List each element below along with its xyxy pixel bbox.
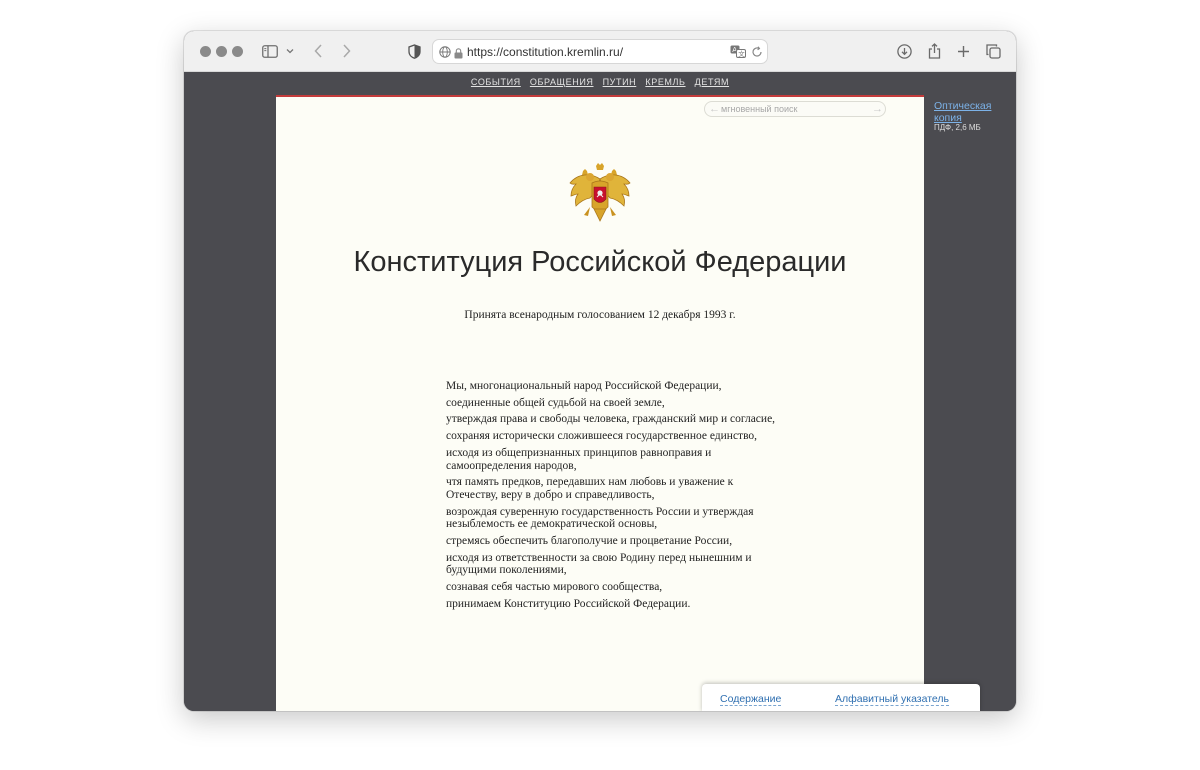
nav-link-appeals[interactable]: ОБРАЩЕНИЯ bbox=[530, 77, 594, 87]
adoption-note: Принята всенародным голосованием 12 дека… bbox=[464, 309, 736, 321]
svg-text:文: 文 bbox=[738, 49, 745, 58]
sidebar-icon[interactable] bbox=[261, 41, 279, 61]
arrow-right-icon[interactable]: → bbox=[872, 103, 883, 115]
instant-search: ← → bbox=[704, 101, 886, 117]
arrow-left-icon[interactable]: ← bbox=[709, 103, 720, 115]
browser-toolbar: https://constitution.kremlin.ru/ A文 bbox=[184, 31, 1016, 72]
preamble-line: исходя из ответственности за свою Родину… bbox=[446, 551, 752, 577]
globe-icon bbox=[439, 45, 451, 63]
zoom-window-button[interactable] bbox=[232, 46, 243, 57]
address-bar[interactable]: https://constitution.kremlin.ru/ A文 bbox=[432, 39, 768, 64]
preamble-line: чтя память предков, передавших нам любов… bbox=[446, 476, 734, 501]
preamble-line: соединенные общей судьбой на своей земле… bbox=[446, 396, 665, 409]
browser-window: https://constitution.kremlin.ru/ A文 СОБЫ… bbox=[184, 31, 1016, 711]
pdf-size-label: ПДФ, 2,6 МБ bbox=[934, 123, 981, 132]
preamble-line: стремясь обеспечить благополучие и процв… bbox=[446, 535, 733, 548]
preamble: Мы, многонациональный народ Российской Ф… bbox=[446, 380, 776, 615]
translate-icon[interactable]: A文 bbox=[730, 45, 746, 63]
tab-overview-icon[interactable] bbox=[985, 41, 1001, 61]
nav-link-events[interactable]: СОБЫТИЯ bbox=[471, 77, 521, 87]
reload-icon[interactable] bbox=[751, 45, 763, 63]
nav-link-kids[interactable]: ДЕТЯМ bbox=[695, 77, 729, 87]
new-tab-icon[interactable] bbox=[955, 41, 971, 61]
page-content: СОБЫТИЯ ОБРАЩЕНИЯ ПУТИН КРЕМЛЬ ДЕТЯМ ← → bbox=[184, 72, 1016, 711]
back-icon[interactable] bbox=[311, 41, 325, 61]
preamble-line: сохраняя исторически сложившееся государ… bbox=[446, 430, 758, 443]
preamble-line: возрождая суверенную государственность Р… bbox=[446, 505, 754, 531]
forward-icon[interactable] bbox=[339, 41, 353, 61]
nav-link-kremlin[interactable]: КРЕМЛЬ bbox=[645, 77, 685, 87]
coat-of-arms-emblem bbox=[566, 161, 634, 234]
preamble-line: сознавая себя частью мирового сообщества… bbox=[446, 581, 663, 594]
url-text[interactable]: https://constitution.kremlin.ru/ bbox=[467, 45, 623, 59]
bottom-nav-bar: Содержание Алфавитный указатель bbox=[702, 684, 980, 711]
contents-link[interactable]: Содержание bbox=[720, 693, 782, 706]
chevron-down-icon[interactable] bbox=[285, 41, 295, 61]
site-nav: СОБЫТИЯ ОБРАЩЕНИЯ ПУТИН КРЕМЛЬ ДЕТЯМ bbox=[184, 77, 1016, 87]
page-title: Конституция Российской Федерации bbox=[353, 246, 847, 278]
document-page: ← → bbox=[276, 95, 924, 711]
optical-copy-link[interactable]: Оптическая копия bbox=[934, 100, 1004, 124]
close-window-button[interactable] bbox=[200, 46, 211, 57]
preamble-line: Мы, многонациональный народ Российской Ф… bbox=[446, 380, 722, 392]
share-icon[interactable] bbox=[926, 41, 942, 61]
preamble-line: принимаем Конституцию Российской Федерац… bbox=[446, 597, 691, 610]
nav-link-putin[interactable]: ПУТИН bbox=[603, 77, 637, 87]
preamble-line: утверждая права и свободы человека, граж… bbox=[446, 413, 776, 426]
alphabetical-index-link[interactable]: Алфавитный указатель bbox=[835, 693, 949, 706]
search-input[interactable] bbox=[721, 103, 869, 115]
lock-icon bbox=[454, 46, 463, 64]
preamble-line: исходя из общепризнанных принципов равно… bbox=[446, 446, 712, 472]
downloads-icon[interactable] bbox=[896, 41, 912, 61]
minimize-window-button[interactable] bbox=[216, 46, 227, 57]
privacy-shield-icon[interactable] bbox=[406, 41, 422, 61]
